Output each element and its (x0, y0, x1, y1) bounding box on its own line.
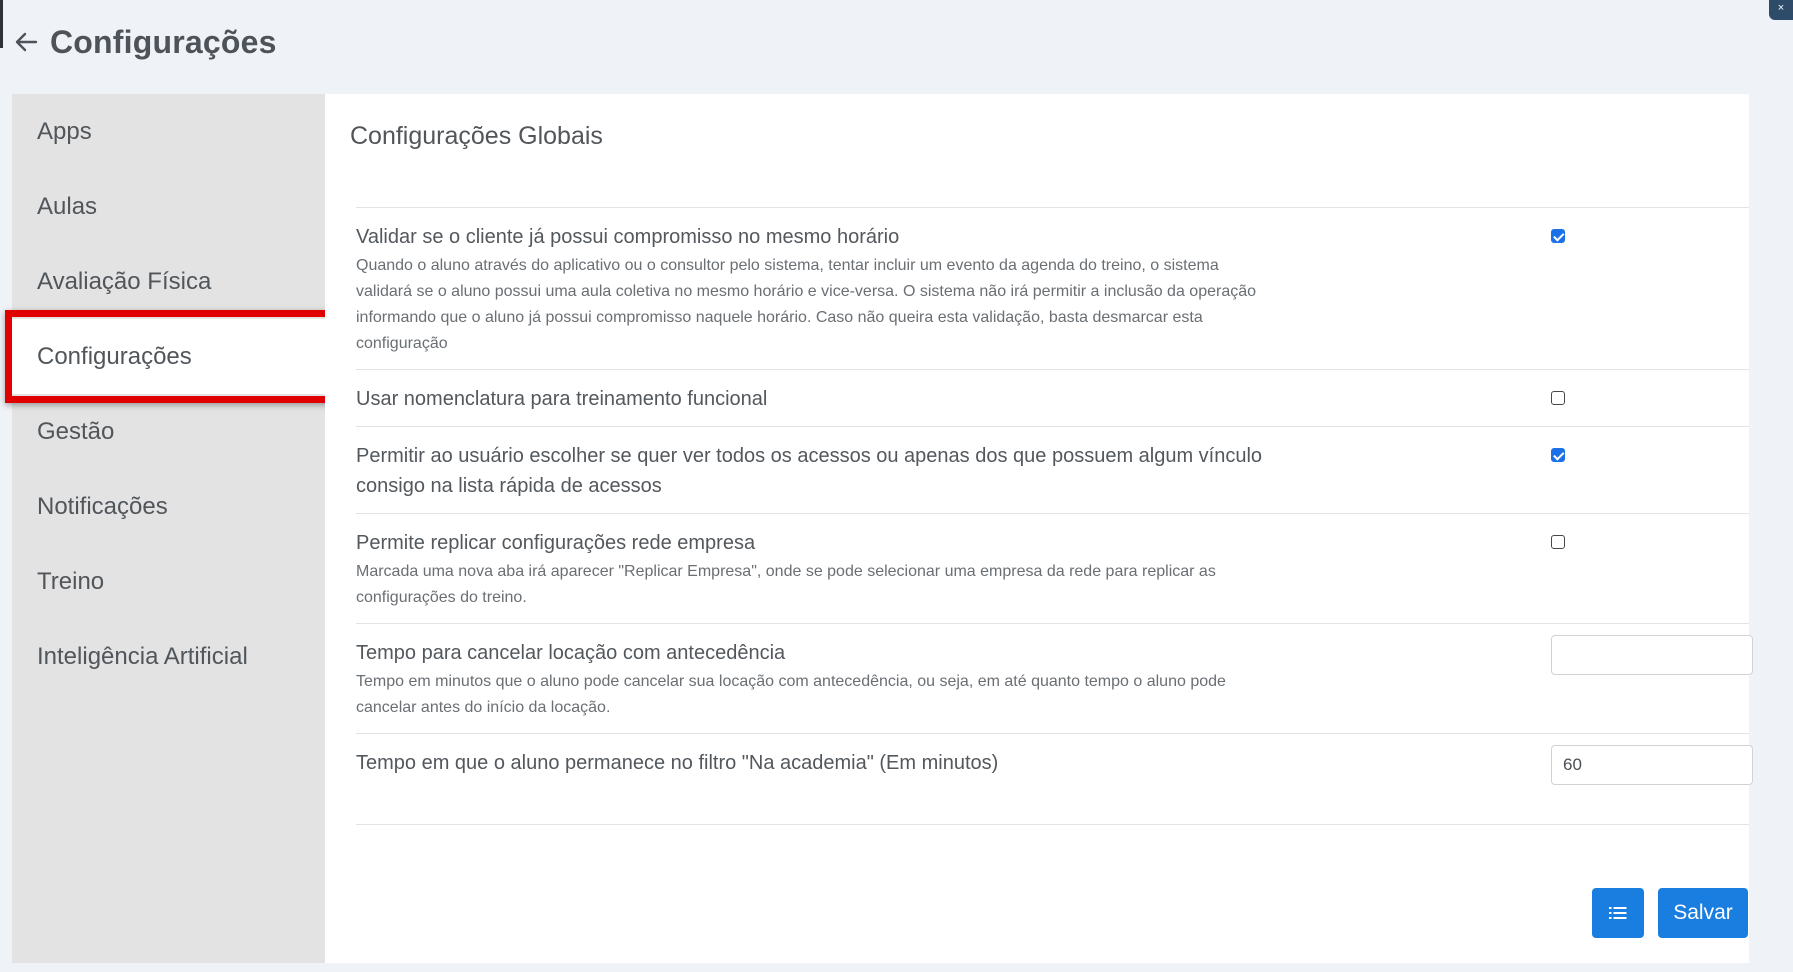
sidebar-item-inteligencia-artificial[interactable]: Inteligência Artificial (12, 619, 325, 694)
setting-row: Permitir ao usuário escolher se quer ver… (356, 427, 1749, 514)
close-icon[interactable]: × (1769, 0, 1793, 20)
sidebar-item-gestao[interactable]: Gestão (12, 394, 325, 469)
page-title: Configurações (50, 23, 277, 60)
setting-label: Validar se o cliente já possui compromis… (356, 226, 900, 248)
gym-filter-time-input[interactable] (1551, 745, 1753, 785)
page-header: Configurações (14, 22, 277, 62)
setting-row: Permite replicar configurações rede empr… (356, 514, 1749, 624)
setting-description: Tempo em minutos que o aluno pode cancel… (356, 673, 1226, 716)
setting-label: Tempo para cancelar locação com antecedê… (356, 642, 786, 664)
setting-label: Permitir ao usuário escolher se quer ver… (356, 445, 1263, 497)
save-button[interactable]: Salvar (1658, 888, 1748, 938)
left-edge-bar (0, 0, 3, 48)
sidebar-item-configuracoes[interactable]: Configurações (12, 319, 325, 394)
setting-description: Marcada uma nova aba irá aparecer "Repli… (356, 563, 1216, 606)
validate-schedule-checkbox[interactable] (1551, 229, 1565, 243)
replicate-network-checkbox[interactable] (1551, 535, 1565, 549)
sidebar-item-aulas[interactable]: Aulas (12, 169, 325, 244)
back-arrow-icon[interactable] (14, 22, 42, 62)
setting-label: Permite replicar configurações rede empr… (356, 532, 756, 554)
list-button[interactable] (1592, 888, 1644, 938)
setting-row: Tempo para cancelar locação com antecedê… (356, 624, 1753, 734)
sidebar-item-avaliacao-fisica[interactable]: Avaliação Física (12, 244, 325, 319)
setting-row: Validar se o cliente já possui compromis… (356, 208, 1749, 370)
section-title: Configurações Globais (350, 122, 603, 150)
sidebar-item-apps[interactable]: Apps (12, 94, 325, 169)
divider (356, 824, 1749, 825)
main-panel: Configurações Globais Validar se o clien… (325, 94, 1753, 963)
setting-label: Usar nomenclatura para treinamento funci… (356, 388, 768, 410)
cancel-rental-time-input[interactable] (1551, 635, 1753, 675)
settings-list: Validar se o cliente já possui compromis… (356, 207, 1753, 814)
sidebar: Apps Aulas Avaliação Física Configuraçõe… (12, 94, 325, 963)
sidebar-item-treino[interactable]: Treino (12, 544, 325, 619)
setting-label: Tempo em que o aluno permanece no filtro… (356, 752, 999, 774)
setting-row: Tempo em que o aluno permanece no filtro… (356, 734, 1753, 814)
setting-description: Quando o aluno através do aplicativo ou … (356, 257, 1257, 352)
setting-row: Usar nomenclatura para treinamento funci… (356, 370, 1749, 427)
list-icon (1609, 907, 1627, 919)
sidebar-item-notificacoes[interactable]: Notificações (12, 469, 325, 544)
functional-training-checkbox[interactable] (1551, 391, 1565, 405)
access-list-checkbox[interactable] (1551, 448, 1565, 462)
